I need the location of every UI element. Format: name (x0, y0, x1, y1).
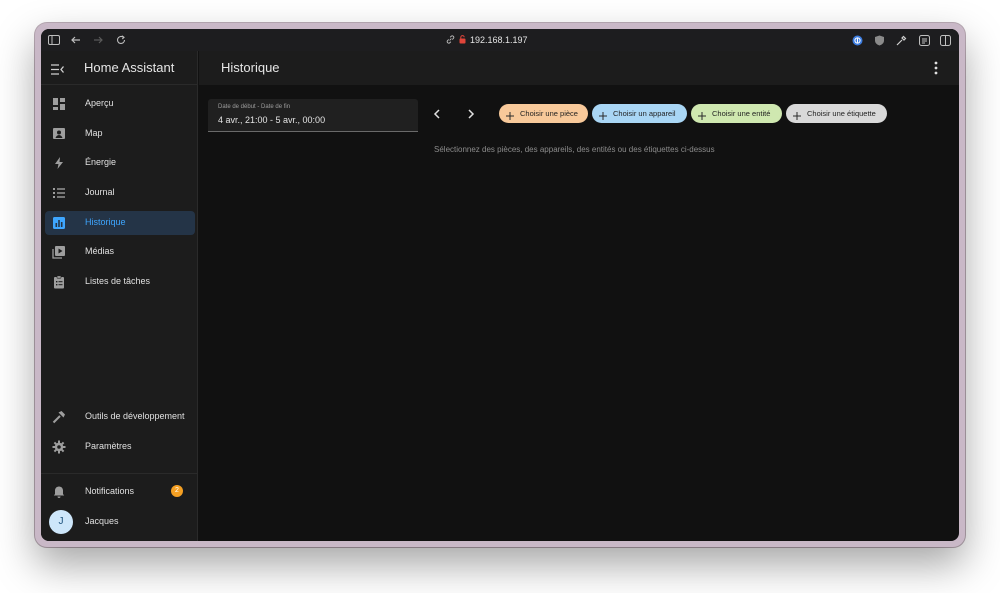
reader-icon[interactable] (917, 33, 931, 47)
reload-icon[interactable] (114, 33, 128, 47)
main-header: Historique (199, 51, 959, 85)
notification-count-badge: 2 (171, 485, 183, 497)
choose-entity-chip[interactable]: Choisir une entité (691, 104, 782, 123)
clipboard-list-icon (52, 275, 66, 289)
chart-box-icon (52, 216, 66, 230)
back-icon[interactable] (69, 33, 83, 47)
sidebar-item-map[interactable]: Map (45, 122, 195, 146)
url-text: 192.168.1.197 (470, 35, 528, 45)
sidebar-item-label: Historique (85, 217, 126, 227)
sidebar-item-outils-de-developpement[interactable]: Outils de développement (45, 405, 195, 429)
chevron-right-icon (467, 106, 475, 124)
more-options-icon[interactable] (931, 60, 941, 76)
sidebar-item-label: Outils de développement (85, 411, 185, 421)
play-box-icon (52, 245, 66, 259)
sidebar-item-label: Aperçu (85, 98, 114, 108)
sidebar-item-parametres[interactable]: Paramètres (45, 435, 195, 459)
sidebar-item-medias[interactable]: Médias (45, 240, 195, 264)
browser-viewport: 192.168.1.197 Home Assistant Aperçu Map … (41, 29, 959, 541)
choose-device-chip[interactable]: Choisir un appareil (592, 104, 687, 123)
address-bar[interactable]: 192.168.1.197 (446, 32, 528, 48)
chip-label: Choisir une entité (712, 109, 771, 118)
forward-icon[interactable] (91, 33, 105, 47)
lightning-icon (52, 156, 66, 170)
plus-icon (792, 108, 802, 120)
split-view-icon[interactable] (938, 33, 952, 47)
chip-label: Choisir une étiquette (807, 109, 876, 118)
choose-area-chip[interactable]: Choisir une pièce (499, 104, 588, 123)
sidebar-divider (41, 473, 198, 474)
sidebar-item-label: Map (85, 128, 103, 138)
sidebar-item-label: Médias (85, 246, 115, 256)
sidebar-header: Home Assistant (41, 51, 198, 85)
previous-period-button[interactable] (429, 107, 445, 123)
choose-label-chip[interactable]: Choisir une étiquette (786, 104, 887, 123)
dashboard-icon (52, 97, 66, 111)
page-title: Historique (221, 60, 280, 75)
sidebar-item-label: Paramètres (85, 441, 132, 451)
shield-extension-icon[interactable] (872, 33, 886, 47)
sidebar-item-listes-de-taches[interactable]: Listes de tâches (45, 270, 195, 294)
gear-icon (52, 440, 66, 454)
sidebar-item-label: Énergie (85, 157, 117, 167)
chevron-left-icon (433, 106, 441, 124)
plus-icon (697, 108, 707, 120)
menu-collapse-icon[interactable] (51, 62, 64, 80)
eyedropper-icon[interactable] (894, 33, 908, 47)
sidebar-item-journal[interactable]: Journal (45, 181, 195, 205)
browser-window: 192.168.1.197 Home Assistant Aperçu Map … (35, 23, 965, 547)
date-range-label: Date de début - Date de fin (218, 104, 291, 110)
app-title: Home Assistant (84, 60, 175, 75)
sidebar: Home Assistant Aperçu Map Énergie Journa… (41, 51, 198, 541)
date-range-value: 4 avr., 21:00 - 5 avr., 00:00 (218, 115, 326, 125)
bell-icon (52, 485, 66, 499)
password-manager-icon[interactable] (850, 33, 864, 47)
plus-icon (598, 108, 608, 120)
browser-toolbar: 192.168.1.197 (41, 29, 959, 51)
hammer-icon (52, 410, 66, 424)
sidebar-item-label: Notifications (85, 486, 135, 496)
chip-label: Choisir une pièce (520, 109, 578, 118)
insecure-lock-icon (459, 34, 466, 46)
user-name: Jacques (85, 516, 119, 526)
chip-label: Choisir un appareil (613, 109, 676, 118)
plus-icon (505, 108, 515, 120)
date-range-picker[interactable]: Date de début - Date de fin 4 avr., 21:0… (208, 99, 418, 132)
sidebar-item-label: Listes de tâches (85, 276, 151, 286)
sidebar-item-apercu[interactable]: Aperçu (45, 92, 195, 116)
sidebar-item-energie[interactable]: Énergie (45, 151, 195, 175)
link-icon (446, 34, 455, 46)
map-icon (52, 127, 66, 141)
sidebar-toggle-icon[interactable] (47, 33, 61, 47)
list-icon (52, 186, 66, 200)
sidebar-item-label: Journal (85, 187, 115, 197)
empty-state-hint: Sélectionnez des pièces, des appareils, … (434, 145, 715, 154)
sidebar-item-notifications[interactable]: Notifications 2 (45, 480, 195, 504)
sidebar-item-user[interactable]: J Jacques (45, 510, 195, 534)
sidebar-item-historique[interactable]: Historique (45, 211, 195, 235)
avatar: J (49, 510, 73, 534)
next-period-button[interactable] (463, 107, 479, 123)
